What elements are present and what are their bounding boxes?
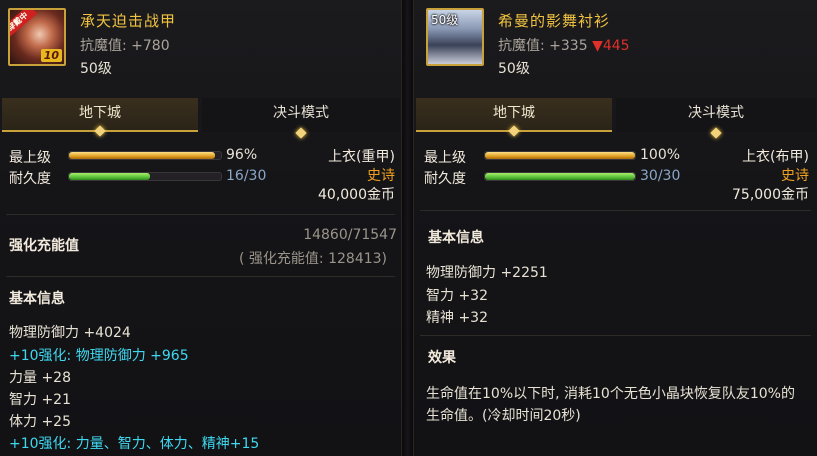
- tab-gem-icon: [94, 125, 106, 137]
- equipped-item-tooltip: 穿戴中 10 承天迫击战甲 抗魔值: +780 50级 地下城 决斗模式 最上级…: [0, 0, 402, 456]
- divider: [420, 210, 811, 211]
- effect-line: 生命值。(冷却时间20秒): [426, 408, 581, 424]
- equipped-badge: 穿戴中: [10, 10, 38, 40]
- stat-line-enhance: +10强化: 力量、智力、体力、精神+15: [9, 436, 260, 452]
- top-grade-label: 最上级: [9, 150, 51, 166]
- tab-pvp[interactable]: 决斗模式: [202, 98, 400, 139]
- tab-gem-icon: [710, 127, 722, 139]
- tab-dungeon-label: 地下城: [493, 105, 535, 121]
- durability-bar: [484, 172, 636, 181]
- stat-line: 精神 +32: [426, 310, 488, 326]
- tab-dungeon[interactable]: 地下城: [416, 98, 612, 137]
- magic-defense: 抗魔值: +780: [80, 35, 170, 55]
- tab-dungeon[interactable]: 地下城: [2, 98, 198, 137]
- basic-info-title: 基本信息: [9, 291, 65, 307]
- divider: [420, 335, 811, 336]
- durability-bar: [68, 172, 222, 181]
- magic-defense: 抗魔值: +335 ▼445: [498, 35, 630, 55]
- panel-divider: [402, 0, 413, 456]
- stat-line: 智力 +21: [9, 392, 71, 408]
- top-grade-bar-fill: [69, 152, 215, 159]
- tab-pvp-label: 决斗模式: [273, 105, 329, 121]
- durability-value: 30/30: [640, 168, 681, 184]
- magic-defense-diff: ▼445: [592, 38, 630, 54]
- stat-line: 物理防御力 +4024: [9, 325, 131, 341]
- price: 75,000金币: [732, 187, 809, 203]
- slot-type: 上衣(布甲): [742, 149, 809, 165]
- enhance-level-badge: 10: [40, 49, 62, 62]
- top-grade-label: 最上级: [424, 150, 466, 166]
- item-name: 承天迫击战甲: [80, 12, 177, 30]
- item-icon-armor[interactable]: 穿戴中 10: [8, 8, 66, 66]
- item-level: 50级: [80, 61, 112, 77]
- stat-line: 体力 +25: [9, 414, 71, 430]
- durability-bar-fill: [485, 173, 635, 180]
- charge-value: 14860/71547: [303, 227, 397, 243]
- durability-bar-fill: [69, 173, 151, 180]
- tab-dungeon-label: 地下城: [79, 105, 121, 121]
- compare-item-tooltip: 50级 希曼的影舞衬衫 抗魔值: +335 ▼445 50级 地下城 决斗模式 …: [413, 0, 817, 456]
- stat-line: 智力 +32: [426, 288, 488, 304]
- top-grade-bar: [484, 151, 636, 160]
- tab-pvp[interactable]: 决斗模式: [616, 98, 816, 139]
- price: 40,000金币: [318, 187, 395, 203]
- effect-line: 生命值在10%以下时, 消耗10个无色小晶块恢复队友10%的: [426, 386, 795, 402]
- top-grade-bar-fill: [485, 152, 635, 159]
- tab-pvp-label: 决斗模式: [688, 105, 744, 121]
- tab-gem-icon: [508, 125, 520, 137]
- tab-gem-icon: [295, 127, 307, 139]
- mode-tabs: 地下城 决斗模式: [2, 98, 400, 139]
- magic-defense-label: 抗魔值: +335: [498, 38, 588, 54]
- charge-title: 强化充能值: [9, 238, 79, 254]
- durability-value: 16/30: [226, 168, 267, 184]
- top-grade-value: 100%: [640, 147, 681, 163]
- item-icon-shirt[interactable]: 50级: [426, 8, 484, 66]
- icon-level-label: 50级: [431, 13, 459, 27]
- top-grade-bar: [68, 151, 222, 160]
- stat-line-enhance: +10强化: 物理防御力 +965: [9, 348, 189, 364]
- mode-tabs: 地下城 决斗模式: [416, 98, 816, 139]
- effect-title: 效果: [428, 350, 456, 366]
- magic-defense-label: 抗魔值: +780: [80, 38, 170, 54]
- rarity: 史诗: [781, 168, 809, 184]
- item-level: 50级: [498, 61, 530, 77]
- divider: [6, 214, 395, 215]
- top-grade-value: 96%: [226, 147, 258, 163]
- rarity: 史诗: [367, 168, 395, 184]
- charge-sub: ( 强化充能值: 128413): [239, 251, 387, 267]
- stat-line: 力量 +28: [9, 370, 71, 386]
- divider: [6, 276, 395, 277]
- durability-label: 耐久度: [424, 171, 466, 187]
- durability-label: 耐久度: [9, 171, 51, 187]
- stat-line: 物理防御力 +2251: [426, 265, 548, 281]
- item-name: 希曼的影舞衬衫: [498, 12, 611, 30]
- basic-info-title: 基本信息: [428, 230, 484, 246]
- slot-type: 上衣(重甲): [328, 149, 395, 165]
